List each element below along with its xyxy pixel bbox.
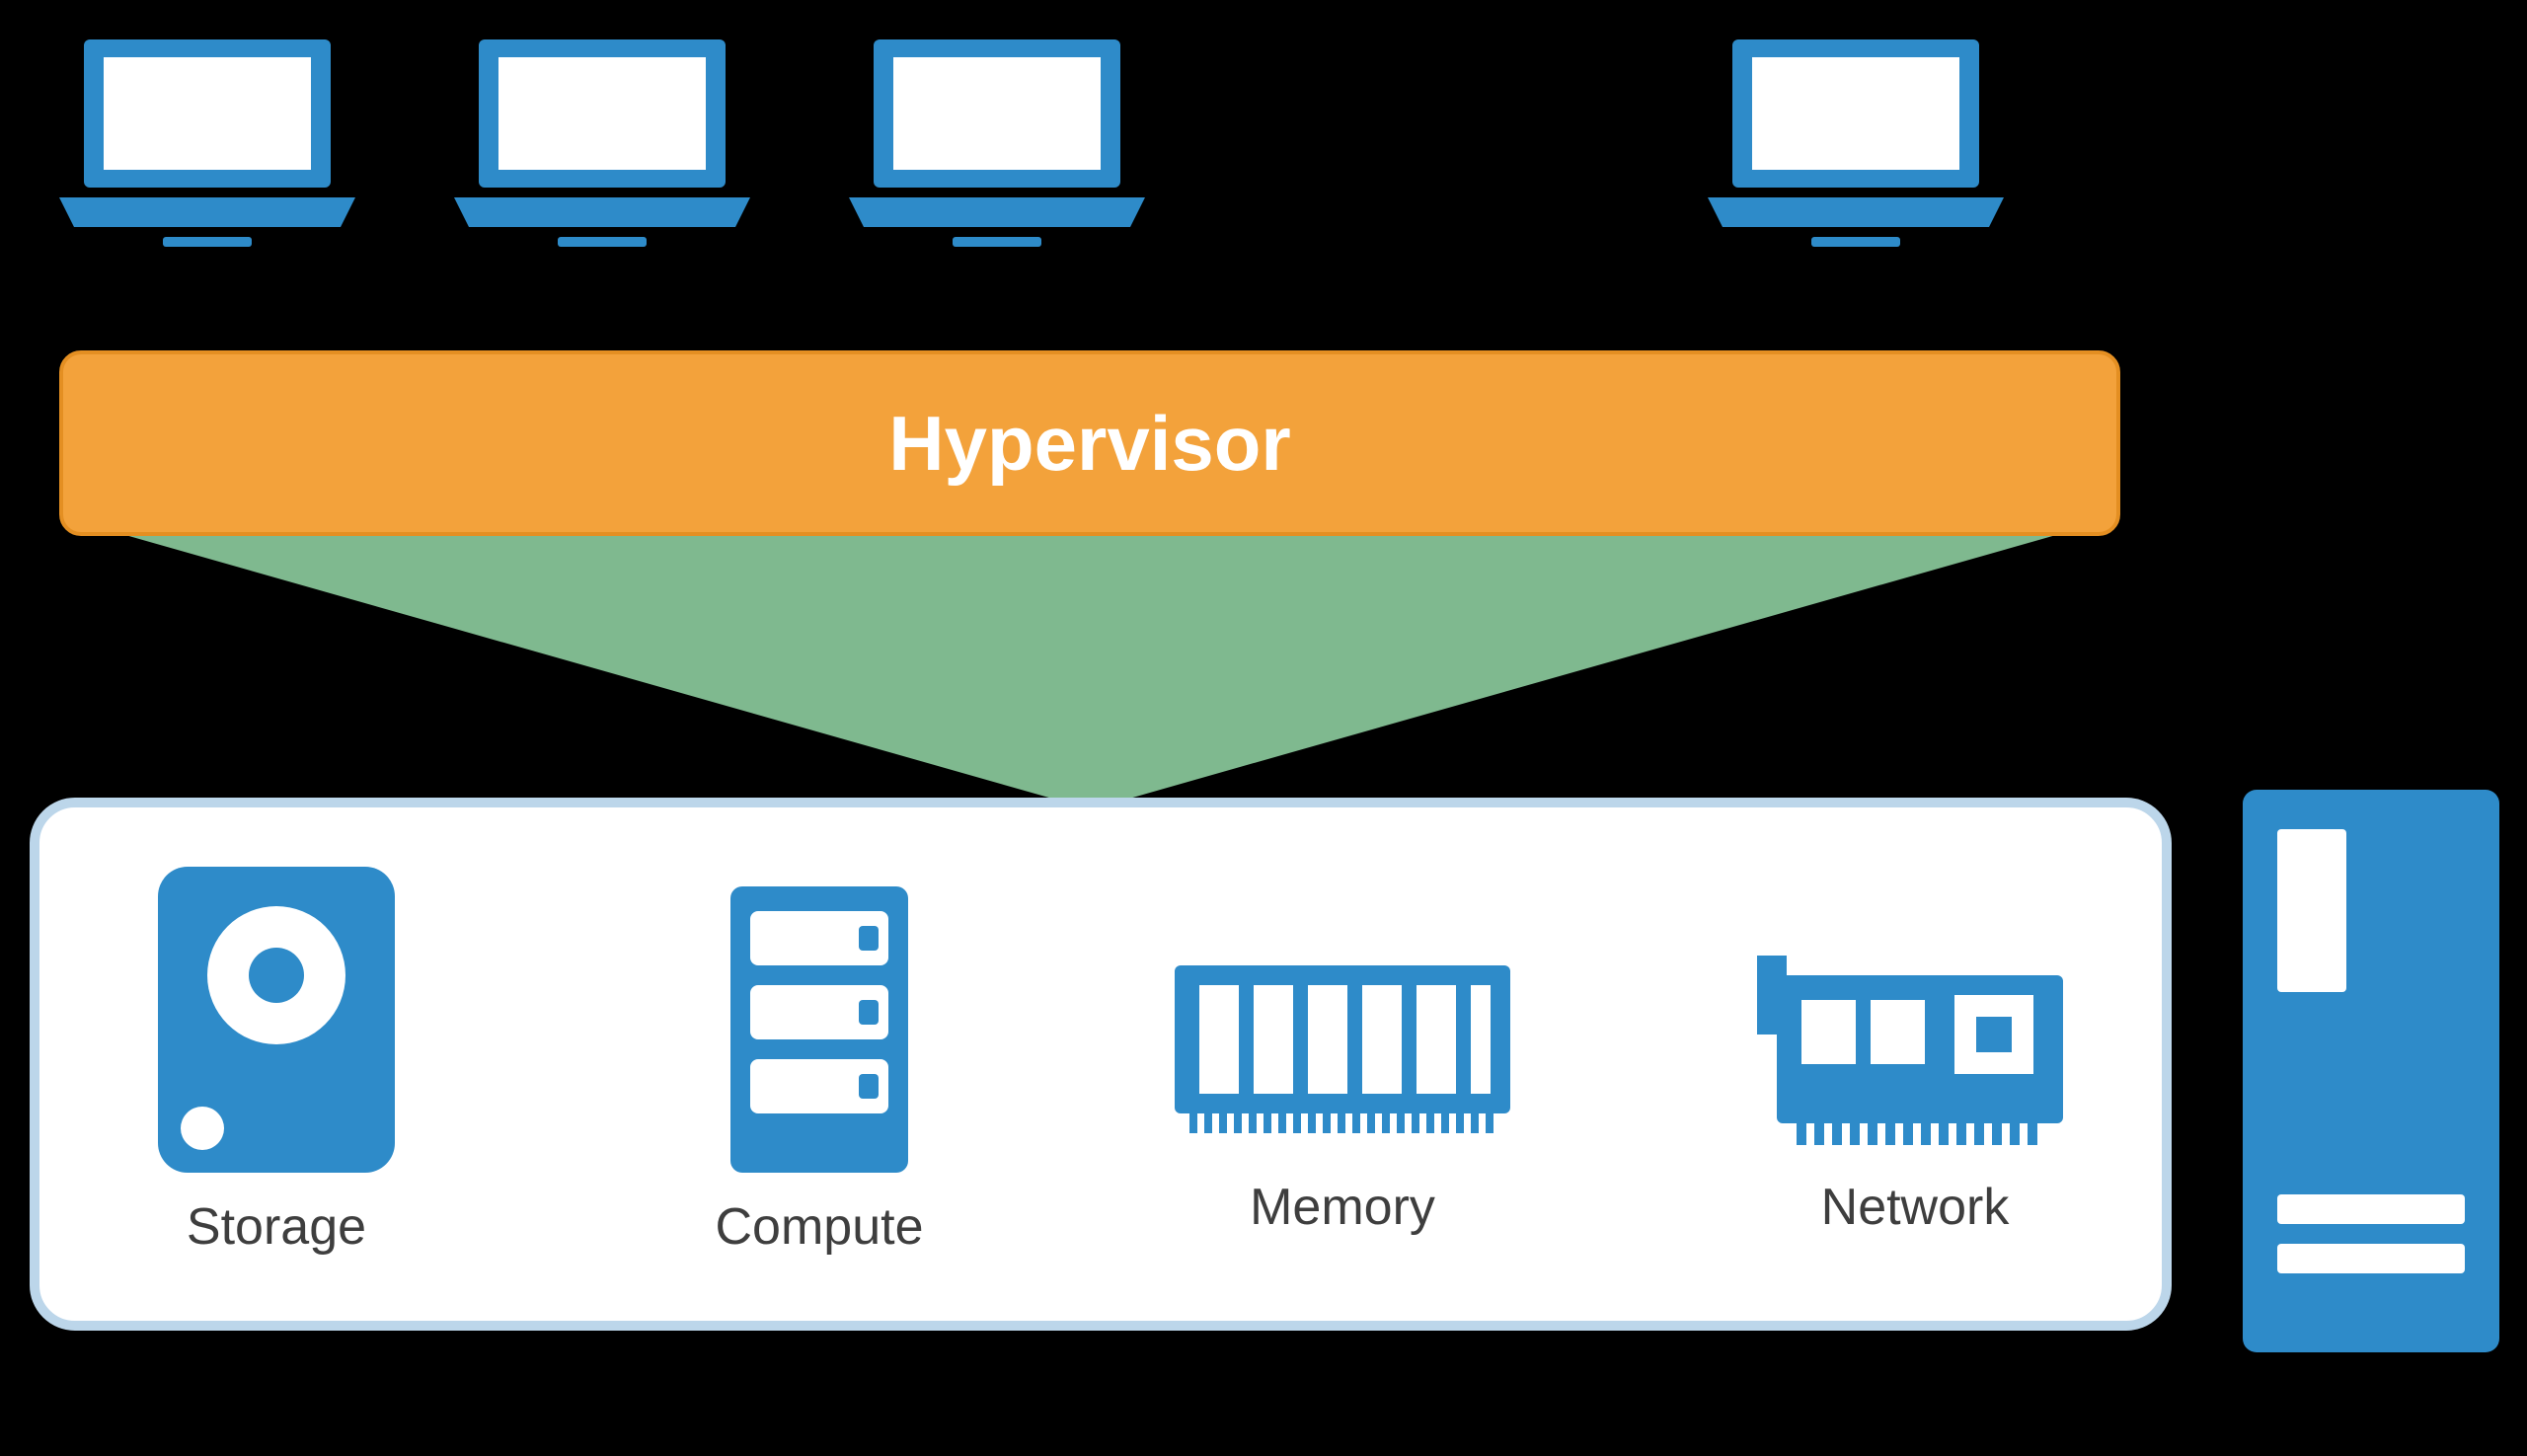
funnel-connector — [59, 533, 2122, 770]
resource-storage: Storage — [118, 857, 434, 1257]
resource-compute: Compute — [671, 877, 967, 1257]
laptop-icon — [49, 30, 365, 257]
storage-label: Storage — [118, 1197, 434, 1257]
network-label: Network — [1737, 1178, 2093, 1237]
server-tower-icon — [2233, 780, 2509, 1362]
network-icon — [1737, 946, 2093, 1168]
compute-label: Compute — [671, 1197, 967, 1257]
compute-icon — [671, 877, 967, 1188]
resource-network: Network — [1737, 946, 2093, 1237]
memory-icon — [1155, 946, 1530, 1168]
memory-label: Memory — [1155, 1178, 1530, 1237]
laptop-icon — [444, 30, 760, 257]
laptop-icon — [839, 30, 1155, 257]
storage-icon — [118, 857, 434, 1188]
hardware-pool: Storage Compute — [30, 798, 2172, 1331]
hypervisor-layer: Hypervisor — [59, 350, 2120, 536]
resource-memory: Memory — [1155, 946, 1530, 1237]
laptop-icon — [1698, 30, 2014, 257]
